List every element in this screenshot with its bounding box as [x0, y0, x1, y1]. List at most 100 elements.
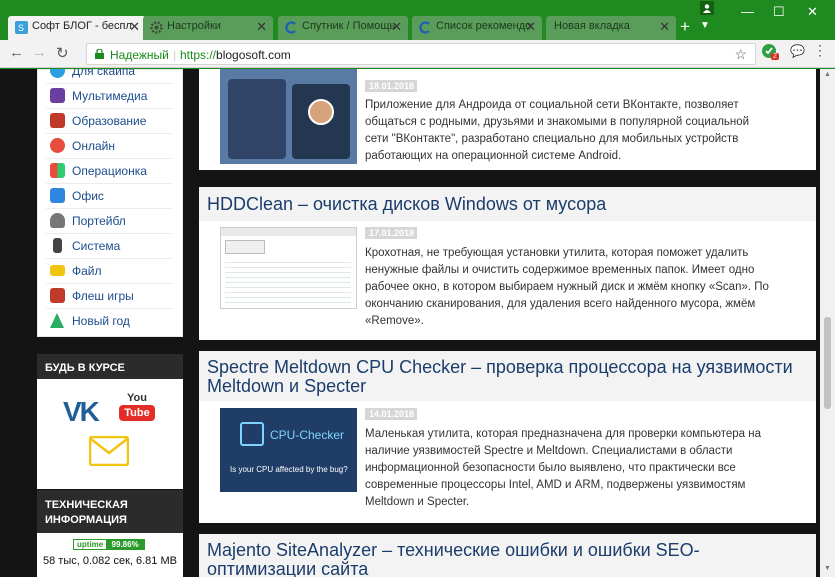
post-title[interactable]: Majento SiteAnalyzer – технические ошибк… [207, 541, 767, 577]
post-thumbnail[interactable]: CPU-Checker Is your CPU affected by the … [220, 408, 357, 492]
sidebar-item-os[interactable]: Операционка [46, 160, 172, 184]
close-icon[interactable]: ✕ [129, 19, 140, 35]
post-date: 17.01.2018 [365, 227, 417, 239]
sidebar-item-label[interactable]: Операционка [72, 164, 147, 178]
books-icon [50, 113, 65, 128]
tab-label: Список рекомендо [436, 20, 532, 32]
multimedia-icon [50, 88, 65, 103]
sidebar-item-system[interactable]: Система [46, 235, 172, 259]
sputnik-favicon-icon [419, 21, 432, 34]
close-icon[interactable]: ✕ [525, 19, 536, 35]
back-arrow-icon[interactable]: ← [9, 44, 24, 61]
bookmark-star-icon[interactable]: ☆ [734, 46, 747, 63]
minimize-icon[interactable]: — [741, 4, 754, 19]
svg-text:S: S [18, 23, 24, 33]
profile-icon[interactable] [700, 1, 714, 15]
scrollbar-thumb[interactable] [824, 317, 831, 409]
close-icon[interactable]: ✕ [256, 19, 267, 35]
sidebar-item-label[interactable]: Онлайн [72, 139, 115, 153]
post-description: Маленькая утилита, которая предназначена… [365, 428, 761, 508]
close-icon[interactable]: ✕ [391, 19, 402, 35]
sidebar-item-label[interactable]: Образование [72, 114, 146, 128]
new-tab-button[interactable]: + [680, 18, 690, 36]
extension-badge: 2 [771, 53, 779, 60]
url-text[interactable]: https://blogosoft.com [180, 48, 291, 62]
tab-new[interactable]: Новая вкладка ✕ [546, 16, 676, 40]
close-icon[interactable]: ✕ [659, 19, 670, 35]
post-thumbnail[interactable] [220, 69, 357, 164]
tab-sputnik-help[interactable]: Спутник / Помощь ✕ [278, 16, 408, 40]
widget-tech-heading: ТЕХНИЧЕСКАЯ ИНФОРМАЦИЯ [37, 490, 183, 533]
sidebar-item-portable[interactable]: Портейбл [46, 210, 172, 234]
title-bar: S Софт БЛОГ - беспл ✕ Настройки ✕ Спутни… [0, 0, 835, 40]
softblog-favicon-icon: S [15, 21, 28, 34]
email-icon[interactable] [88, 435, 130, 469]
thumbnail-caption: Is your CPU affected by the bug? [230, 465, 348, 474]
sidebar-item-label[interactable]: Мультимедиа [72, 89, 147, 103]
sidebar-item-label[interactable]: Флеш игры [72, 289, 134, 303]
tab-settings[interactable]: Настройки ✕ [143, 16, 273, 40]
tech-info: uptime 99.86% 58 тыс, 0.082 сек, 6.81 МВ [37, 533, 183, 577]
gear-icon [150, 21, 163, 34]
tab-label: Настройки [167, 20, 221, 32]
chat-icon[interactable]: 💬 [790, 44, 805, 58]
maximize-icon[interactable]: ☐ [773, 4, 785, 20]
scroll-down-icon[interactable]: ▼ [824, 565, 831, 572]
tab-label: Новая вкладка [554, 20, 630, 32]
sidebar-item-office[interactable]: Офис [46, 185, 172, 209]
post-title[interactable]: Spectre Meltdown CPU Checker – проверка … [207, 358, 797, 396]
windows-logo-icon [50, 163, 65, 178]
social-links: VK You Tube [37, 379, 183, 489]
uptime-badge[interactable]: uptime 99.86% [73, 539, 145, 550]
sidebar-item-label[interactable]: Система [72, 239, 120, 253]
online-icon [50, 138, 65, 153]
sidebar-item-label[interactable]: Офис [72, 189, 104, 203]
post-thumbnail[interactable] [220, 227, 357, 309]
divider: | [173, 48, 177, 62]
sidebar-item-skype[interactable]: Для скайпа [46, 69, 172, 84]
menu-icon[interactable]: ⋮ [813, 42, 827, 59]
sidebar-item-label[interactable]: Новый год [72, 314, 130, 328]
tab-label: Софт БЛОГ - беспл [32, 20, 132, 32]
youtube-tube-text: Tube [119, 405, 155, 421]
tab-label: Спутник / Помощь [302, 20, 396, 32]
uptime-value: 99.86% [106, 540, 144, 549]
tab-softblog[interactable]: S Софт БЛОГ - беспл ✕ [8, 16, 146, 40]
computer-icon [53, 238, 62, 253]
security-label: Надежный [110, 48, 169, 62]
widget-follow-heading: БУДЬ В КУРСЕ [37, 354, 183, 379]
sidebar-item-education[interactable]: Образование [46, 110, 172, 134]
sidebar-item-file[interactable]: Файл [46, 260, 172, 284]
forward-arrow-icon[interactable]: → [32, 44, 47, 61]
post-card: HDDClean – очистка дисков Windows от мус… [199, 187, 816, 340]
reload-icon[interactable]: ↻ [56, 44, 69, 62]
tab-recommendations[interactable]: Список рекомендо ✕ [412, 16, 542, 40]
office-icon [50, 188, 65, 203]
scroll-up-icon[interactable]: ▲ [824, 71, 831, 78]
post-card: Majento SiteAnalyzer – технические ошибк… [199, 534, 816, 577]
vk-icon[interactable]: VK [63, 396, 100, 428]
sputnik-favicon-icon [285, 21, 298, 34]
sidebar-item-new-year[interactable]: Новый год [46, 310, 172, 334]
sidebar-item-label[interactable]: Портейбл [72, 214, 126, 228]
server-stats: 58 тыс, 0.082 сек, 6.81 МВ [43, 555, 177, 567]
sidebar-item-label[interactable]: Файл [72, 264, 102, 278]
post-card: Spectre Meltdown CPU Checker – проверка … [199, 351, 816, 523]
christmas-tree-icon [50, 313, 64, 328]
post-date: 14.01.2018 [365, 408, 417, 420]
address-bar[interactable]: Надежный | https://blogosoft.com ☆ [86, 43, 756, 65]
uptime-label: uptime [74, 540, 107, 549]
tab-search-icon[interactable]: ▼ [700, 20, 710, 31]
category-menu: Для скайпа Мультимедиа Образование Онлай… [37, 69, 183, 337]
youtube-icon[interactable]: You Tube [119, 391, 155, 425]
sidebar-item-flash-games[interactable]: Флеш игры [46, 285, 172, 309]
scrollbar[interactable]: ▲ ▼ [820, 69, 835, 577]
window-close-icon[interactable]: ✕ [807, 4, 818, 20]
post-card: 18.01.2018 Приложение для Андроида от со… [199, 69, 816, 170]
post-description: Крохотная, не требующая установки утилит… [365, 247, 769, 327]
post-title[interactable]: HDDClean – очистка дисков Windows от мус… [207, 195, 606, 214]
post-date: 18.01.2018 [365, 80, 417, 92]
sidebar-item-label[interactable]: Для скайпа [72, 69, 135, 78]
sidebar-item-multimedia[interactable]: Мультимедиа [46, 85, 172, 109]
sidebar-item-online[interactable]: Онлайн [46, 135, 172, 159]
